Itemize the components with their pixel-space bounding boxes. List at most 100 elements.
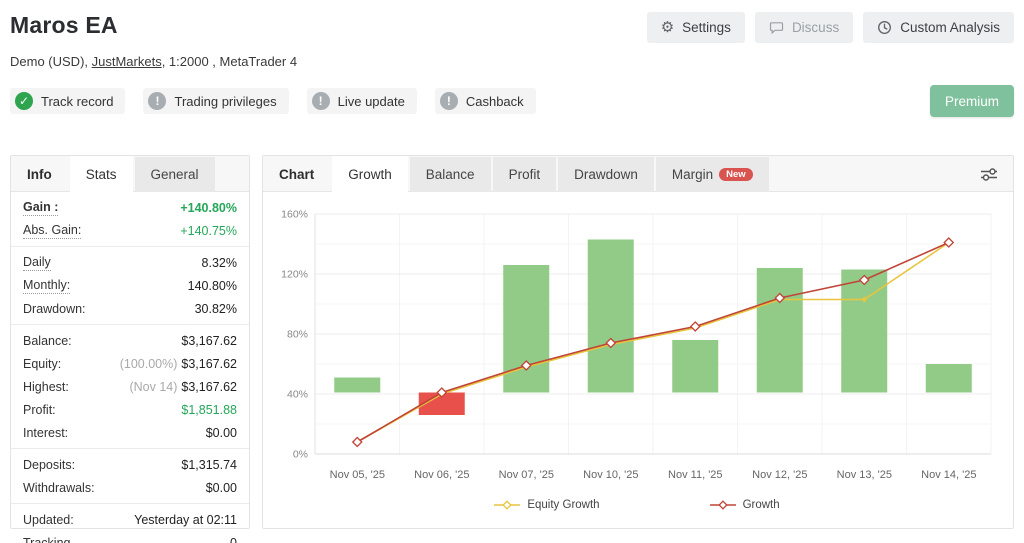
stat-row-equity: Equity: (100.00%)$3,167.62 <box>11 352 249 375</box>
settings-button-label: Settings <box>682 20 731 35</box>
settings-button[interactable]: ⚙ Settings <box>647 12 745 43</box>
stat-row-highest: Highest: (Nov 14)$3,167.62 <box>11 375 249 398</box>
badge-track-record[interactable]: ✓ Track record <box>10 88 125 114</box>
tab-label: Chart <box>279 157 314 192</box>
stat-row-withdrawals: Withdrawals:$0.00 <box>11 476 249 499</box>
badge-label: Trading privileges <box>174 94 276 109</box>
stats-group: Daily 8.32% Monthly: 140.80% Drawdown: 30.82% <box>11 246 249 324</box>
chart-filter-icon[interactable] <box>979 166 999 183</box>
svg-text:Nov 06, '25: Nov 06, '25 <box>414 469 469 481</box>
stat-label[interactable]: Daily <box>23 255 51 271</box>
legend-label: Equity Growth <box>527 499 599 511</box>
stat-row-profit: Profit: $1,851.88 <box>11 398 249 421</box>
chart-tab-chart[interactable]: Chart <box>263 157 330 192</box>
stat-label: Drawdown: <box>23 302 86 316</box>
stat-value-prefix: (100.00%) <box>120 357 178 371</box>
account-subtitle: Demo (USD), JustMarkets, 1:2000 , MetaTr… <box>10 54 1014 69</box>
tab-label: Margin <box>672 157 713 192</box>
stat-row-tracking: Tracking0 <box>11 531 249 543</box>
chart-panel: Chart Growth Balance Profit Drawdown Margin Ne… <box>262 155 1014 529</box>
svg-text:Nov 14, '25: Nov 14, '25 <box>921 469 976 481</box>
svg-text:Nov 07, '25: Nov 07, '25 <box>499 469 554 481</box>
badge-label: Live update <box>338 94 405 109</box>
stat-row-deposits: Deposits: $1,315.74 <box>11 453 249 476</box>
stat-row-interest: Interest: $0.00 <box>11 421 249 444</box>
svg-text:160%: 160% <box>281 209 308 221</box>
gear-icon: ⚙ <box>661 20 674 35</box>
stat-row-balance: Balance:$3,167.62 <box>11 329 249 352</box>
stat-value: $0.00 <box>206 481 237 495</box>
chart-tab-growth[interactable]: Growth <box>332 156 408 192</box>
svg-text:80%: 80% <box>287 329 308 341</box>
chart-tab-balance[interactable]: Balance <box>410 157 491 192</box>
stat-value: 30.82% <box>195 302 237 316</box>
subtitle-post: , 1:2000 , MetaTrader 4 <box>162 54 297 69</box>
stat-value-prefix: (Nov 14) <box>129 380 177 394</box>
growth-chart: 0%40%80%120%160%Nov 05, '25Nov 06, '25No… <box>263 192 1013 511</box>
chart-tabs: Chart Growth Balance Profit Drawdown Margin Ne… <box>263 156 1013 192</box>
stat-value: 140.80% <box>188 279 237 293</box>
stat-label: Equity: <box>23 357 61 371</box>
check-icon: ✓ <box>15 92 33 110</box>
info-tab-stats[interactable]: Stats <box>70 156 133 192</box>
stat-value: $3,167.62 <box>181 334 237 348</box>
stat-label[interactable]: Abs. Gain: <box>23 223 81 239</box>
stats-group: Deposits: $1,315.74 Withdrawals:$0.00 <box>11 448 249 503</box>
info-tabs: Info Stats General <box>11 156 249 192</box>
exclamation-icon: ! <box>148 92 166 110</box>
stat-value: $1,851.88 <box>181 403 237 417</box>
growth-chart-svg: 0%40%80%120%160%Nov 05, '25Nov 06, '25No… <box>267 200 1007 488</box>
exclamation-icon: ! <box>312 92 330 110</box>
discuss-button-label: Discuss <box>792 20 839 35</box>
stat-value: 8.32% <box>202 256 237 270</box>
svg-text:Nov 12, '25: Nov 12, '25 <box>752 469 807 481</box>
svg-text:Nov 10, '25: Nov 10, '25 <box>583 469 638 481</box>
badge-trading-privileges[interactable]: ! Trading privileges <box>143 88 288 114</box>
stat-label[interactable]: Monthly: <box>23 278 70 294</box>
tab-label: Growth <box>348 157 392 192</box>
discuss-button[interactable]: Discuss <box>755 12 853 43</box>
legend-marker-icon <box>494 500 520 510</box>
page-title: Maros EA <box>10 12 118 39</box>
tab-label: General <box>151 157 199 192</box>
chart-legend: Equity Growth Growth <box>267 499 1007 511</box>
new-badge: New <box>719 168 753 182</box>
stat-value: Yesterday at 02:11 <box>134 513 237 527</box>
stat-row-updated: Updated:Yesterday at 02:11 <box>11 508 249 531</box>
custom-analysis-button[interactable]: Custom Analysis <box>863 12 1014 43</box>
legend-item-equity-growth[interactable]: Equity Growth <box>494 499 599 511</box>
tab-label: Stats <box>86 157 117 192</box>
stat-label: Deposits: <box>23 458 75 472</box>
badge-live-update[interactable]: ! Live update <box>307 88 417 114</box>
badge-cashback[interactable]: !Cashback <box>435 88 536 114</box>
svg-text:40%: 40% <box>287 389 308 401</box>
chart-tab-margin[interactable]: Margin New <box>656 157 769 192</box>
badge-label: Track record <box>41 94 113 109</box>
stat-value: 0 <box>230 536 237 543</box>
stat-value: $0.00 <box>206 426 237 440</box>
stat-label: Profit: <box>23 403 56 417</box>
tab-label: Profit <box>509 157 541 192</box>
badge-row: ✓ Track record! Trading privileges! Live up… <box>10 85 1014 117</box>
stat-label: Highest: <box>23 380 69 394</box>
custom-analysis-button-label: Custom Analysis <box>900 20 1000 35</box>
stat-label: Interest: <box>23 426 68 440</box>
stat-label[interactable]: Gain : <box>23 200 58 216</box>
info-tab-general[interactable]: General <box>135 157 215 192</box>
main: Info Stats General Gain :+140.80% Abs. Gain… <box>10 155 1014 529</box>
chart-tab-profit[interactable]: Profit <box>493 157 557 192</box>
broker-link[interactable]: JustMarkets <box>92 54 162 69</box>
chart-tab-drawdown[interactable]: Drawdown <box>558 157 654 192</box>
stat-value: (Nov 14)$3,167.62 <box>129 380 237 394</box>
stat-row-monthly: Monthly: 140.80% <box>11 274 249 297</box>
legend-item-growth[interactable]: Growth <box>710 499 780 511</box>
header-actions: ⚙ Settings Discuss Custom Analysis <box>647 12 1014 43</box>
premium-button[interactable]: Premium <box>930 85 1014 117</box>
svg-text:120%: 120% <box>281 269 308 281</box>
stat-value: (100.00%)$3,167.62 <box>120 357 237 371</box>
stat-row-gain: Gain :+140.80% <box>11 196 249 219</box>
svg-text:Nov 13, '25: Nov 13, '25 <box>837 469 892 481</box>
stat-row-daily: Daily 8.32% <box>11 251 249 274</box>
stat-value: $1,315.74 <box>181 458 237 472</box>
info-tab-info[interactable]: Info <box>11 157 68 192</box>
